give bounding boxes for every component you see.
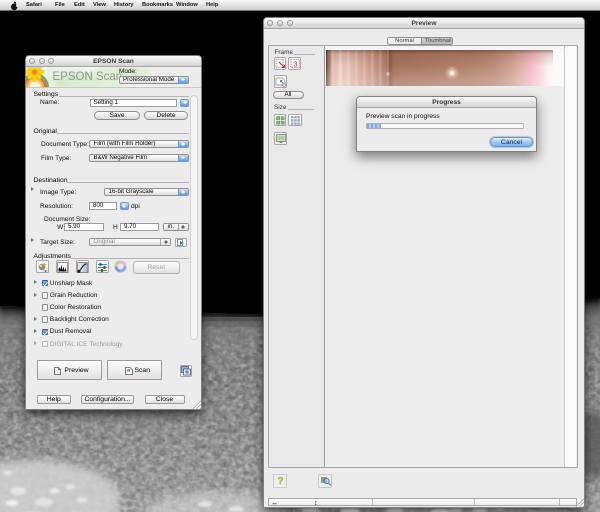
svg-text:3: 3	[293, 60, 297, 69]
